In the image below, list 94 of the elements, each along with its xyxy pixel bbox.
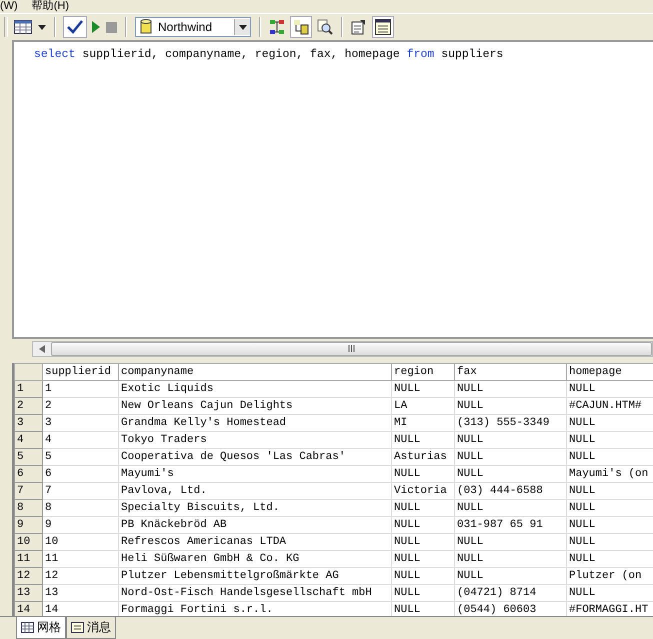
table-cell: 2 xyxy=(42,397,118,414)
table-cell: 031-987 65 91 xyxy=(454,516,566,534)
table-cell: NULL xyxy=(454,380,566,398)
column-header[interactable]: companyname xyxy=(118,363,392,380)
table-cell: NULL xyxy=(392,567,454,584)
table-cell: 3 xyxy=(42,414,118,432)
table-cell: 7 xyxy=(42,482,118,500)
table-cell: Pavlova, Ltd. xyxy=(118,482,392,500)
row-header[interactable]: 6 xyxy=(14,465,42,482)
table-cell: (313) 555-3349 xyxy=(454,414,566,432)
row-header[interactable]: 14 xyxy=(14,601,42,616)
properties-icon[interactable] xyxy=(351,19,367,36)
table-cell: NULL xyxy=(454,499,566,516)
results-tab[interactable]: 网格 xyxy=(16,617,66,639)
table-cell: NULL xyxy=(392,584,454,602)
table-cell: Exotic Liquids xyxy=(118,380,392,398)
row-header[interactable]: 11 xyxy=(14,550,42,568)
column-header[interactable]: region xyxy=(392,363,454,380)
database-icon xyxy=(140,19,152,36)
table-cell: Heli Süßwaren GmbH & Co. KG xyxy=(118,550,392,568)
table-cell: Cooperativa de Quesos 'Las Cabras' xyxy=(118,448,392,466)
table-cell: 11 xyxy=(42,550,118,568)
table-cell: NULL xyxy=(454,448,566,466)
table-cell: NULL xyxy=(392,516,454,534)
table-cell: 8 xyxy=(42,499,118,516)
table-cell: 13 xyxy=(42,584,118,602)
column-header[interactable]: homepage xyxy=(566,363,653,380)
caret-icon[interactable] xyxy=(38,24,46,30)
table-cell: LA xyxy=(392,397,454,414)
table-cell: NULL xyxy=(454,567,566,584)
table-cell: Nord-Ost-Fisch Handelsgesellschaft mbH xyxy=(118,584,392,602)
table-cell: NULL xyxy=(392,601,454,616)
row-header[interactable]: 1 xyxy=(14,380,42,398)
table-cell: Plutzer Lebensmittelgroßmärkte AG xyxy=(118,567,392,584)
row-header[interactable]: 8 xyxy=(14,499,42,516)
table-cell: NULL xyxy=(392,431,454,448)
plan-icon[interactable] xyxy=(269,19,285,36)
table-cell: Victoria xyxy=(392,482,454,500)
column-header[interactable]: fax xyxy=(454,363,566,380)
play-icon[interactable] xyxy=(92,21,100,34)
table-cell: 9 xyxy=(42,516,118,534)
table-cell: NULL xyxy=(392,550,454,568)
table-cell: 4 xyxy=(42,431,118,448)
column-header[interactable]: supplierid xyxy=(42,363,118,380)
grid-icon xyxy=(21,622,34,633)
search-icon[interactable] xyxy=(317,19,333,36)
table-cell: PB Knäckebröd AB xyxy=(118,516,392,534)
message-icon xyxy=(71,622,84,633)
table-cell: New Orleans Cajun Delights xyxy=(118,397,392,414)
table-cell: NULL xyxy=(454,550,566,568)
grip-icon xyxy=(348,345,355,352)
table-cell: MI xyxy=(392,414,454,432)
table-cell: NULL xyxy=(392,380,454,398)
table-cell: NULL xyxy=(392,533,454,550)
table-cell: NULL xyxy=(392,465,454,482)
table-cell: NULL xyxy=(454,533,566,550)
objects-icon[interactable] xyxy=(291,17,311,38)
table-cell: Asturias xyxy=(392,448,454,466)
table-cell: Plutzer (on xyxy=(566,567,653,584)
table-cell: 1 xyxy=(42,380,118,398)
results-tab[interactable]: 消息 xyxy=(66,617,116,639)
row-header[interactable]: 4 xyxy=(14,431,42,448)
row-header[interactable]: 5 xyxy=(14,448,42,466)
table-cell: (04721) 8714 xyxy=(454,584,566,602)
results-pane-icon[interactable] xyxy=(373,17,393,38)
row-header[interactable]: 10 xyxy=(14,533,42,550)
table-cell: (03) 444-6588 xyxy=(454,482,566,500)
table-cell: Specialty Biscuits, Ltd. xyxy=(118,499,392,516)
table-cell: Mayumi's (on xyxy=(566,465,653,482)
row-header[interactable]: 2 xyxy=(14,397,42,414)
database-dropdown[interactable]: Northwind xyxy=(135,17,251,38)
row-header[interactable]: 7 xyxy=(14,482,42,500)
caret-icon[interactable] xyxy=(238,24,246,30)
table-cell: Mayumi's xyxy=(118,465,392,482)
menu-item[interactable]: 帮助(H) xyxy=(32,0,69,13)
table-cell: NULL xyxy=(454,397,566,414)
table-cell: NULL xyxy=(454,431,566,448)
table-cell: 6 xyxy=(42,465,118,482)
table-cell: Tokyo Traders xyxy=(118,431,392,448)
row-header[interactable]: 3 xyxy=(14,414,42,432)
table-cell: NULL xyxy=(392,499,454,516)
table-cell: Grandma Kelly's Homestead xyxy=(118,414,392,432)
row-header[interactable]: 12 xyxy=(14,567,42,584)
table-cell: Refrescos Americanas LTDA xyxy=(118,533,392,550)
left-arrow-icon[interactable] xyxy=(39,344,45,353)
grid-results-icon[interactable] xyxy=(14,20,32,34)
table-cell: 12 xyxy=(42,567,118,584)
check-icon[interactable] xyxy=(64,17,86,38)
table-cell: NULL xyxy=(454,465,566,482)
menu-item[interactable]: (W) xyxy=(0,0,18,13)
table-cell: 10 xyxy=(42,533,118,550)
row-header[interactable]: 9 xyxy=(14,516,42,534)
row-header[interactable]: 13 xyxy=(14,584,42,602)
table-cell: 5 xyxy=(42,448,118,466)
